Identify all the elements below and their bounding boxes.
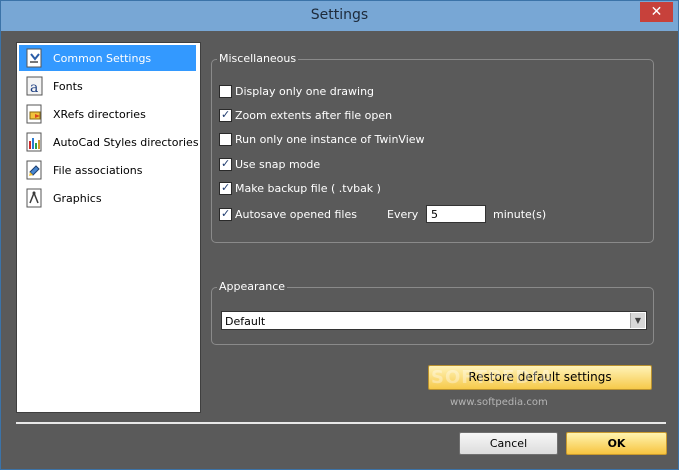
title-bar[interactable]: Settings ✕ <box>1 1 678 31</box>
close-icon: ✕ <box>650 4 663 20</box>
miscellaneous-title: Miscellaneous <box>217 52 299 65</box>
option-label: Zoom extents after file open <box>235 109 393 122</box>
cancel-button[interactable]: Cancel <box>459 432 558 455</box>
sidebar-item-label: AutoCad Styles directories <box>53 136 199 149</box>
minutes-unit-label: minute(s) <box>493 208 547 221</box>
sidebar-item-label: Fonts <box>53 80 83 93</box>
sidebar-item-fonts[interactable]: a Fonts <box>19 73 196 99</box>
checkbox[interactable] <box>219 133 232 146</box>
check-icon: ✓ <box>221 157 231 170</box>
checkbox[interactable] <box>219 85 232 98</box>
option-label: Make backup file ( .tvbak ) <box>235 182 381 195</box>
sidebar-item-label: Common Settings <box>53 52 152 65</box>
sidebar-item-label: Graphics <box>53 192 102 205</box>
option-label: Autosave opened files <box>235 208 357 221</box>
watermark-logo: SOFTPEDIA <box>431 367 554 388</box>
check-icon: ✓ <box>221 108 231 121</box>
checkbox[interactable]: ✓ <box>219 108 232 122</box>
font-icon: a <box>26 76 43 96</box>
option-label: Use snap mode <box>235 158 321 171</box>
sidebar-item-file-associations[interactable]: File associations <box>19 157 196 183</box>
every-label: Every <box>387 208 419 221</box>
check-icon: ✓ <box>221 181 231 194</box>
ok-button[interactable]: OK <box>566 432 667 455</box>
svg-text:a: a <box>30 80 38 96</box>
option-label: Display only one drawing <box>235 85 375 98</box>
file-association-icon <box>26 160 42 180</box>
sidebar-item-graphics[interactable]: Graphics <box>19 185 196 211</box>
graphics-icon <box>26 188 42 208</box>
appearance-select[interactable]: Default ▼ <box>221 311 647 330</box>
appearance-selected-value: Default <box>225 315 266 328</box>
xref-folder-icon <box>26 104 42 124</box>
check-icon: ✓ <box>221 207 231 220</box>
watermark-url: www.softpedia.com <box>450 397 548 408</box>
settings-window: Settings ✕ Common Settings a Fonts XRefs… <box>0 0 679 470</box>
settings-category-list: Common Settings a Fonts XRefs directorie… <box>16 42 201 413</box>
sidebar-item-label: XRefs directories <box>53 108 146 121</box>
sidebar-item-autocad-styles[interactable]: AutoCad Styles directories <box>19 129 199 155</box>
checkbox[interactable]: ✓ <box>219 157 232 171</box>
window-title: Settings <box>310 7 369 23</box>
close-button[interactable]: ✕ <box>640 2 673 22</box>
sidebar-item-common-settings[interactable]: Common Settings <box>19 45 196 71</box>
option-label: Run only one instance of TwinView <box>235 133 425 146</box>
chevron-down-icon[interactable]: ▼ <box>630 313 645 328</box>
styles-folder-icon <box>26 132 42 152</box>
sidebar-item-label: File associations <box>53 164 143 177</box>
autosave-minutes-input[interactable]: 5 <box>426 205 486 223</box>
settings-page-icon <box>26 48 42 68</box>
checkbox[interactable]: ✓ <box>219 207 232 221</box>
sidebar-item-xrefs[interactable]: XRefs directories <box>19 101 196 127</box>
checkbox[interactable]: ✓ <box>219 181 232 195</box>
appearance-title: Appearance <box>217 280 288 293</box>
divider <box>16 422 666 424</box>
